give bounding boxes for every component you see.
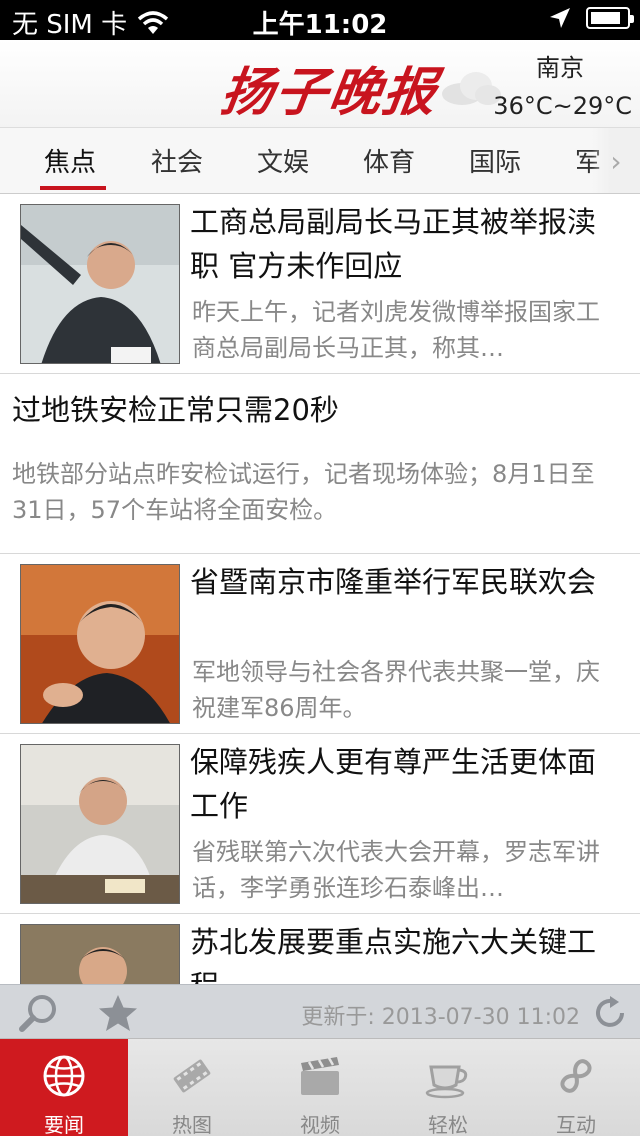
tab-sports[interactable]: 体育 xyxy=(363,142,415,179)
news-summary: 地铁部分站点昨安检试运行，记者现场体验；8月1日至31日，57个车站将全面安检。 xyxy=(12,460,595,524)
news-item[interactable]: 过地铁安检正常只需20秒 地铁部分站点昨安检试运行，记者现场体验；8月1日至31… xyxy=(0,374,640,554)
news-title: 苏北发展要重点实施六大关键工程 xyxy=(190,925,597,984)
category-tabs: 焦点 社会 文娱 体育 国际 军 › xyxy=(0,128,640,194)
tab-focus[interactable]: 焦点 xyxy=(44,142,96,179)
news-item[interactable]: 工商总局副局长马正其被举报渎职 官方未作回应 昨天上午，记者刘虎发微博举报国家工… xyxy=(0,194,640,374)
news-title: 省暨南京市隆重举行军民联欢会 xyxy=(190,565,597,599)
coffee-cup-icon xyxy=(425,1065,468,1099)
update-toolbar: 更新于: 2013-07-30 11:02 xyxy=(0,984,640,1038)
clapperboard-icon xyxy=(301,1057,339,1095)
search-icon[interactable] xyxy=(18,993,60,1033)
tab-entertainment[interactable]: 文娱 xyxy=(257,142,309,179)
nav-interact[interactable]: 互动 xyxy=(512,1039,640,1136)
weather-temperature: 36°C~29°C xyxy=(493,92,632,120)
app-header: 扬子晚报 南京 36°C~29°C xyxy=(0,40,640,128)
news-summary: 军地领导与社会各界代表共聚一堂，庆祝建军86周年。 xyxy=(192,658,600,722)
nav-label: 要闻 xyxy=(44,1113,84,1136)
news-thumbnail xyxy=(20,924,180,984)
nav-leisure[interactable]: 轻松 xyxy=(384,1039,512,1136)
news-title: 过地铁安检正常只需20秒 xyxy=(12,393,339,427)
news-title: 保障残疾人更有尊严生活更体面工作 xyxy=(190,745,597,823)
update-time: 更新于: 2013-07-30 11:02 xyxy=(301,1005,580,1030)
bottom-tab-bar: 要闻 热图 视频 轻松 互动 xyxy=(0,1038,640,1136)
film-icon xyxy=(173,1059,211,1093)
nav-headlines[interactable]: 要闻 xyxy=(0,1039,128,1136)
nav-video[interactable]: 视频 xyxy=(256,1039,384,1136)
news-thumbnail xyxy=(20,204,180,364)
battery-icon xyxy=(586,7,634,29)
news-thumbnail xyxy=(20,744,180,904)
nav-label: 互动 xyxy=(556,1113,596,1136)
news-list: 工商总局副局长马正其被举报渎职 官方未作回应 昨天上午，记者刘虎发微博举报国家工… xyxy=(0,194,640,984)
active-tab-indicator xyxy=(40,186,106,190)
status-bar: 无 SIM 卡 上午11:02 xyxy=(0,0,640,40)
news-summary: 昨天上午，记者刘虎发微博举报国家工商总局副局长马正其，称其… xyxy=(192,298,600,362)
news-thumbnail xyxy=(20,564,180,724)
newspaper-logo: 扬子晚报 xyxy=(217,62,442,123)
globe-icon xyxy=(43,1055,85,1097)
news-title: 工商总局副局长马正其被举报渎职 官方未作回应 xyxy=(190,205,597,283)
location-arrow-icon xyxy=(550,8,570,28)
news-summary: 省残联第六次代表大会开幕，罗志军讲话，李学勇张连珍石泰峰出… xyxy=(192,838,600,902)
news-item[interactable]: 省暨南京市隆重举行军民联欢会 军地领导与社会各界代表共聚一堂，庆祝建军86周年。 xyxy=(0,554,640,734)
weather-city[interactable]: 南京 xyxy=(536,48,584,83)
nav-label: 视频 xyxy=(300,1113,340,1136)
tab-society[interactable]: 社会 xyxy=(151,142,203,179)
infinity-icon xyxy=(560,1059,592,1093)
news-item[interactable]: 苏北发展要重点实施六大关键工程 xyxy=(0,914,640,984)
nav-photos[interactable]: 热图 xyxy=(128,1039,256,1136)
star-icon[interactable] xyxy=(96,993,140,1033)
tab-international[interactable]: 国际 xyxy=(469,142,521,179)
battery-level xyxy=(591,12,620,24)
nav-label: 轻松 xyxy=(428,1113,468,1136)
status-time: 上午11:02 xyxy=(252,10,388,40)
news-item[interactable]: 保障残疾人更有尊严生活更体面工作 省残联第六次代表大会开幕，罗志军讲话，李学勇张… xyxy=(0,734,640,914)
refresh-icon[interactable] xyxy=(592,995,628,1031)
nav-label: 热图 xyxy=(172,1113,212,1136)
tabs-more-arrow-icon[interactable]: › xyxy=(592,128,640,193)
